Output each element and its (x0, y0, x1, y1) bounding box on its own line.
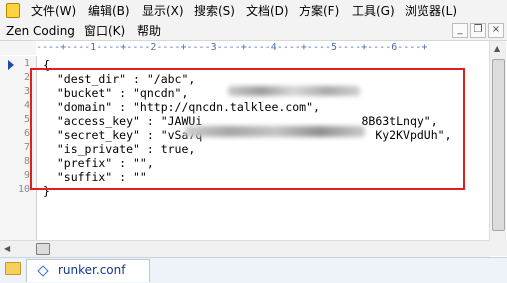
menu-zen-coding[interactable]: Zen Coding (6, 23, 75, 39)
tab-runker-conf[interactable]: runker.conf (26, 259, 150, 282)
folder-icon[interactable] (5, 262, 21, 275)
highlight-annotation-box (30, 68, 465, 190)
file-type-icon (37, 265, 49, 277)
line-number: 2 (23, 72, 30, 83)
menu-file[interactable]: 文件(W) (31, 3, 76, 19)
menu-tools[interactable]: 工具(G) (352, 3, 395, 19)
scroll-left-icon[interactable]: ◀ (4, 245, 10, 253)
menu-view[interactable]: 显示(X) (142, 3, 184, 19)
restore-button[interactable]: ❐ (470, 23, 486, 38)
line-number: 9 (23, 170, 30, 181)
vertical-scrollbar[interactable]: ▲ (489, 41, 506, 240)
menu-document[interactable]: 文档(D) (246, 3, 289, 19)
line-number: 10 (17, 184, 30, 195)
line-number: 8 (23, 156, 30, 167)
menu-bar: 文件(W) 编辑(B) 显示(X) 搜索(S) 文档(D) 方案(F) 工具(G… (0, 0, 507, 23)
line-number: 3 (23, 86, 30, 97)
ruler-corner (0, 41, 36, 55)
line-number: 4 (23, 100, 30, 111)
menu-browser[interactable]: 浏览器(L) (405, 3, 457, 19)
scroll-up-icon[interactable]: ▲ (494, 45, 500, 53)
close-button[interactable]: × (488, 23, 504, 38)
horizontal-scroll-thumb[interactable] (36, 243, 50, 255)
current-line-arrow-icon (8, 60, 14, 70)
menu-edit[interactable]: 编辑(B) (88, 3, 130, 19)
minimize-button[interactable]: _ (452, 23, 468, 38)
menu-help[interactable]: 帮助 (137, 23, 161, 39)
line-number: 6 (23, 128, 30, 139)
horizontal-scrollbar[interactable]: ◀ (0, 240, 489, 257)
menu-search[interactable]: 搜索(S) (194, 3, 235, 19)
tab-label: runker.conf (58, 263, 126, 277)
app-file-icon (6, 3, 20, 18)
line-number: 7 (23, 142, 30, 153)
scrollbar-corner (489, 240, 507, 256)
line-number: 1 (23, 58, 30, 69)
vertical-scroll-thumb[interactable] (492, 59, 505, 231)
column-ruler: ----+----1----+----2----+----3----+----4… (36, 41, 492, 55)
menu-bar-secondary: Zen Coding 窗口(K) 帮助 (0, 22, 507, 41)
menu-scheme[interactable]: 方案(F) (299, 3, 339, 19)
document-tab-bar: runker.conf (0, 257, 507, 283)
menu-window[interactable]: 窗口(K) (84, 23, 125, 39)
line-number: 5 (23, 114, 30, 125)
